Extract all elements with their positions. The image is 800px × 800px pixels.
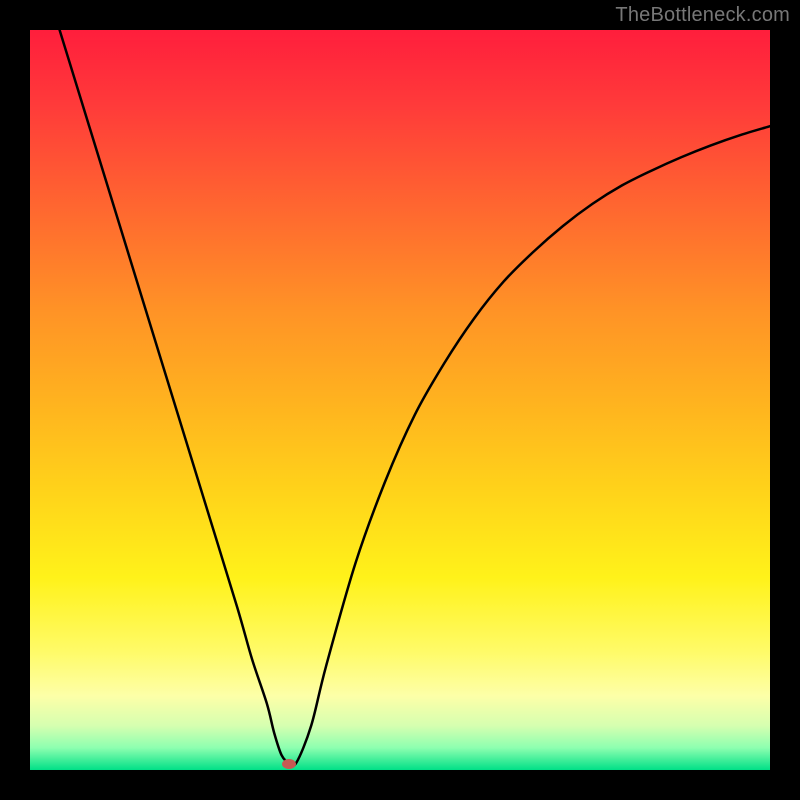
- min-marker: [282, 759, 296, 769]
- chart-frame: TheBottleneck.com: [0, 0, 800, 800]
- bottleneck-curve: [30, 30, 770, 766]
- plot-area: [30, 30, 770, 770]
- curve-svg: [30, 30, 770, 770]
- watermark-text: TheBottleneck.com: [615, 4, 790, 27]
